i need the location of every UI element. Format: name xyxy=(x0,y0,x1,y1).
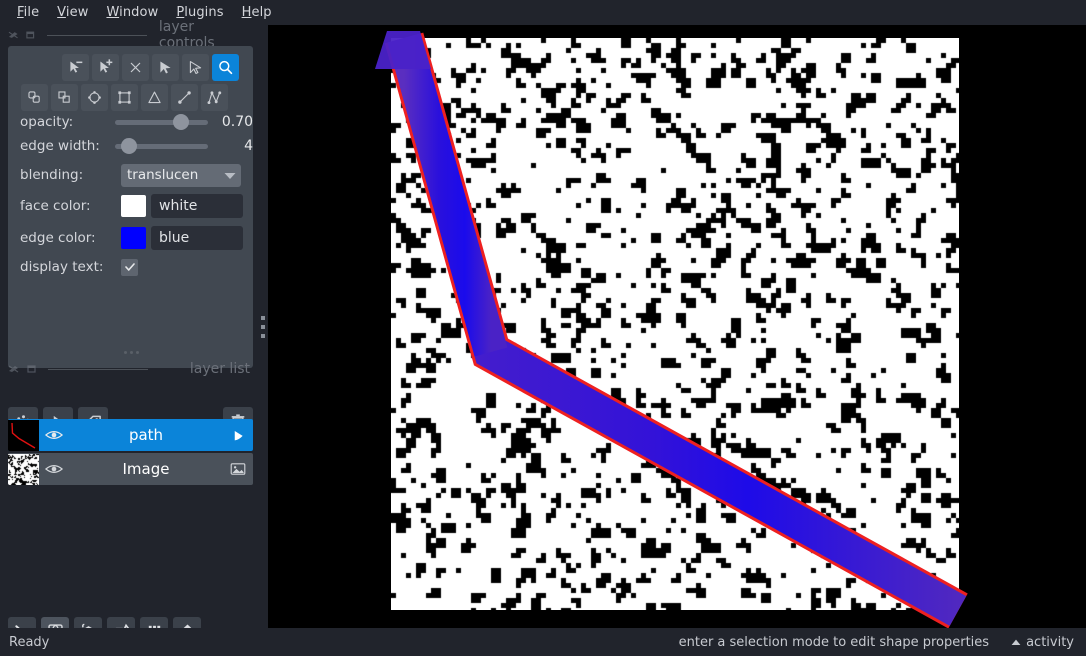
layer-name-image[interactable]: Image xyxy=(69,460,223,478)
shapes-icon-small xyxy=(234,430,243,440)
blending-row: blending: translucen xyxy=(8,162,253,188)
x-icon xyxy=(130,62,141,73)
edge-width-value: 4 xyxy=(244,138,254,154)
layer-row-image[interactable]: Image xyxy=(8,453,253,485)
edge-width-slider-handle[interactable] xyxy=(121,138,138,154)
move-front-button[interactable] xyxy=(51,84,78,111)
blending-select[interactable]: translucen xyxy=(121,163,241,187)
blending-value: translucen xyxy=(127,167,199,183)
shape-tools-row-1 xyxy=(21,54,239,81)
edge-color-label: edge color: xyxy=(20,230,96,246)
shape-tools-row-2 xyxy=(21,84,239,111)
dock-splitter[interactable] xyxy=(258,25,268,628)
cursor-outline-icon xyxy=(189,60,202,75)
vertex-insert-icon xyxy=(100,59,113,73)
move-back-button[interactable] xyxy=(21,84,48,111)
add-rectangle-button[interactable] xyxy=(111,84,138,111)
opacity-slider[interactable] xyxy=(114,111,209,133)
polygon-icon xyxy=(148,91,161,104)
dock-rule-2 xyxy=(48,368,148,370)
menu-item-file[interactable]: FFileile xyxy=(8,2,48,23)
opacity-slider-handle[interactable] xyxy=(173,114,190,130)
add-polygon-button[interactable] xyxy=(141,84,168,111)
dock-rule xyxy=(46,34,147,36)
delete-shape-button[interactable] xyxy=(122,54,149,81)
status-bar: Ready enter a selection mode to edit sha… xyxy=(0,628,1086,656)
face-color-value[interactable]: white xyxy=(151,194,243,218)
edge-width-slider[interactable] xyxy=(114,135,209,157)
image-icon xyxy=(230,463,246,475)
vertex-insert-button[interactable] xyxy=(92,54,119,81)
layer-list-title: layer list xyxy=(189,361,250,377)
vertex-remove-button[interactable] xyxy=(62,54,89,81)
face-color-row: face color: white xyxy=(8,193,253,219)
path-icon xyxy=(207,91,222,105)
splitter-grip[interactable] xyxy=(261,315,265,338)
close-dock-icon[interactable] xyxy=(25,29,36,41)
layer-name-path[interactable]: path xyxy=(69,426,223,444)
opacity-value: 0.70 xyxy=(221,114,254,130)
float-dock-icon[interactable] xyxy=(8,29,19,41)
shape-tools-toolbar xyxy=(21,54,239,114)
edge-width-row: edge width: 4 xyxy=(8,134,253,158)
layer-thumbnail-path xyxy=(8,419,39,451)
edge-color-value[interactable]: blue xyxy=(151,226,243,250)
left-dock: layer controls opacity: 0.70 edge width:… xyxy=(0,19,262,645)
check-icon xyxy=(124,263,135,271)
menu-item-view[interactable]: View xyxy=(48,2,97,23)
chevron-up-icon xyxy=(1011,639,1021,645)
float-dock-icon-2[interactable] xyxy=(8,363,20,375)
layer-list-titlebar: layer list xyxy=(0,359,262,379)
edge-color-swatch[interactable] xyxy=(121,227,146,249)
display-text-row: display text: xyxy=(8,255,253,279)
magnifier-icon xyxy=(219,60,233,75)
blending-label: blending: xyxy=(20,167,84,183)
layer-thumbnail-image xyxy=(8,453,39,485)
layer-controls-titlebar: layer controls xyxy=(0,19,262,51)
opacity-label: opacity: xyxy=(20,114,74,130)
layer-visibility-toggle-image[interactable] xyxy=(39,463,69,475)
activity-label: activity xyxy=(1026,634,1074,650)
direct-select-button[interactable] xyxy=(182,54,209,81)
add-path-button[interactable] xyxy=(201,84,228,111)
display-text-checkbox[interactable] xyxy=(121,258,138,276)
rectangle-icon xyxy=(118,91,131,104)
edge-color-row: edge color: blue xyxy=(8,225,253,251)
display-text-label: display text: xyxy=(20,259,104,275)
face-color-label: face color: xyxy=(20,198,91,214)
viewer-canvas[interactable] xyxy=(268,25,1086,628)
path-body xyxy=(387,33,967,626)
eye-icon xyxy=(45,431,63,439)
layer-thumbnail-image-canvas xyxy=(8,453,39,485)
cursor-filled-icon xyxy=(160,61,171,74)
status-message: Ready xyxy=(9,634,50,650)
edge-width-label: edge width: xyxy=(20,138,100,154)
shapes-back-icon xyxy=(28,91,40,103)
face-color-swatch[interactable] xyxy=(121,195,146,217)
path-layer-overlay xyxy=(375,31,968,628)
close-dock-icon-2[interactable] xyxy=(26,363,38,375)
eye-icon-2 xyxy=(45,465,63,473)
select-shapes-button[interactable] xyxy=(152,54,179,81)
vertex-remove-icon xyxy=(70,61,83,73)
layer-type-icon-path xyxy=(223,428,253,443)
napari-window: FFileile View Window Plugins Help layer … xyxy=(0,0,1086,656)
layer-controls-panel: opacity: 0.70 edge width: 4 blending: tr… xyxy=(8,46,253,368)
menu-item-window[interactable]: Window xyxy=(97,2,167,23)
layer-visibility-toggle-path[interactable] xyxy=(39,429,69,441)
layer-row-path[interactable]: path xyxy=(8,419,253,451)
chevron-down-icon xyxy=(224,172,236,179)
dock-resize-grip[interactable] xyxy=(0,345,262,359)
opacity-slider-groove xyxy=(114,119,209,125)
ellipse-icon xyxy=(88,91,101,104)
line-icon xyxy=(178,91,191,104)
add-ellipse-button[interactable] xyxy=(81,84,108,111)
pan-zoom-button[interactable] xyxy=(212,54,239,81)
activity-button[interactable]: activity xyxy=(1011,635,1086,650)
shapes-front-icon xyxy=(58,91,70,103)
add-line-button[interactable] xyxy=(171,84,198,111)
opacity-row: opacity: 0.70 xyxy=(8,110,253,134)
layer-type-icon-image xyxy=(223,462,253,476)
status-help-message: enter a selection mode to edit shape pro… xyxy=(678,634,990,650)
